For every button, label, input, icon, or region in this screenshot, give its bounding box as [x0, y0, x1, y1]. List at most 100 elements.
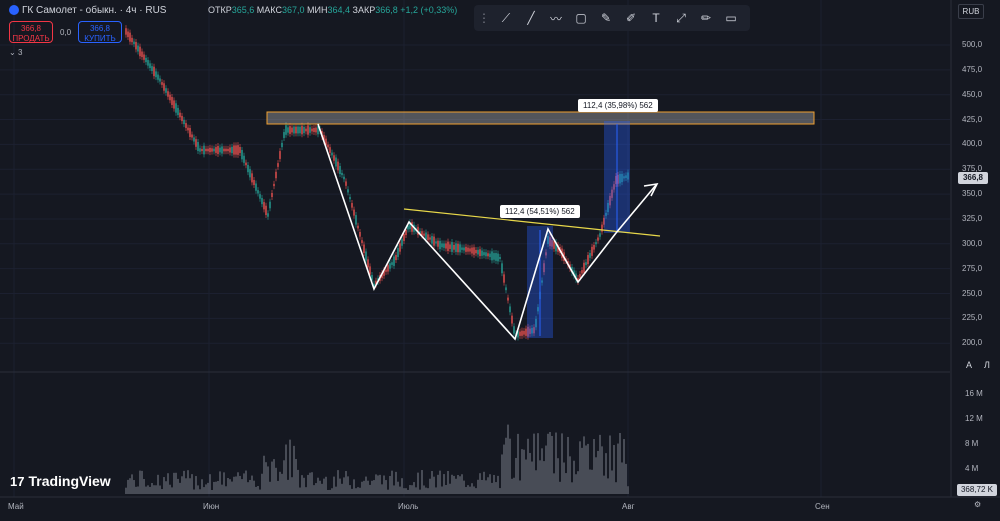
volume-bar [321, 483, 323, 494]
volume-bar [157, 474, 159, 494]
volume-bar [273, 459, 275, 494]
volume-bar [275, 467, 277, 494]
candle-body [479, 249, 481, 257]
volume-bar [177, 478, 179, 494]
text-icon[interactable]: T [648, 10, 664, 26]
candle-body [211, 148, 213, 152]
candle-body [227, 148, 229, 152]
volume-bar [477, 479, 479, 494]
rectangle-icon[interactable]: ▢ [573, 10, 589, 26]
volume-bar [283, 460, 285, 494]
volume-bar [501, 454, 503, 494]
candle-body [507, 297, 509, 301]
sell-button[interactable]: 366,8 ПРОДАТЬ [9, 21, 53, 43]
candle-body [497, 253, 499, 262]
ohlc-legend: ОТКР365,6 МАКС367,0 МИН364,4 ЗАКР366,8 +… [208, 5, 457, 15]
volume-bar [421, 470, 423, 494]
buy-button[interactable]: 366,8 КУПИТЬ [78, 21, 122, 43]
volume-bar [229, 479, 231, 494]
tradingview-logo[interactable]: 17 TradingView [10, 473, 111, 489]
volume-bar [431, 471, 433, 494]
candle-body [169, 94, 171, 101]
path-icon[interactable]: 〰 [548, 10, 564, 26]
volume-bar [519, 480, 521, 494]
currency-selector[interactable]: RUB [958, 4, 984, 19]
volume-bar [449, 483, 451, 494]
volume-bar [353, 479, 355, 494]
volume-label: 16 M [965, 389, 983, 398]
volume-bar [225, 486, 227, 494]
volume-bar [405, 488, 407, 494]
volume-bar [373, 480, 375, 494]
price-label: 225,0 [962, 313, 983, 323]
volume-bar [365, 476, 367, 494]
candle-body [521, 330, 523, 336]
candle-body [129, 32, 131, 42]
volume-bar [513, 477, 515, 494]
volume-bar [277, 480, 279, 494]
volume-bar [541, 448, 543, 494]
volume-bar [425, 487, 427, 494]
candle-body [447, 241, 449, 252]
volume-bar [573, 460, 575, 494]
candle-body [459, 244, 461, 253]
drag-handle-icon[interactable]: ⋮ [476, 10, 492, 26]
last-volume-tag: 368,72 K [957, 484, 997, 496]
volume-bar [433, 476, 435, 494]
time-label-jul: Июль [398, 502, 419, 511]
volume-bar [539, 460, 541, 494]
trend-line-icon[interactable]: ⟋ [498, 10, 514, 26]
volume-bar [505, 437, 507, 494]
resistance-zone[interactable] [266, 111, 815, 125]
candle-body [331, 152, 333, 156]
highlighter-icon[interactable]: ✐ [623, 10, 639, 26]
volume-bar [583, 436, 585, 494]
volume-bar [335, 486, 337, 494]
volume-bar [563, 462, 565, 494]
volume-bar [599, 434, 601, 494]
volume-bar [605, 453, 607, 494]
candle-body [439, 240, 441, 250]
volume-bar [259, 489, 261, 494]
time-label-jun: Июн [203, 502, 220, 511]
open-label: ОТКР [208, 5, 232, 15]
volume-bar [173, 472, 175, 494]
log-scale-button[interactable]: Л [984, 360, 990, 370]
volume-bar [385, 480, 387, 494]
candle-body [193, 137, 195, 142]
volume-bar [393, 485, 395, 494]
volume-bar [471, 483, 473, 494]
volume-bar [281, 473, 283, 494]
auto-scale-button[interactable]: A [966, 360, 972, 370]
ray-icon[interactable]: ╱ [523, 10, 539, 26]
candle-body [201, 148, 203, 152]
volume-bar [487, 477, 489, 494]
volume-bar [271, 461, 273, 494]
chart-area[interactable] [0, 0, 1000, 521]
volume-bar [323, 478, 325, 494]
candle-body [367, 259, 369, 268]
candle-body [477, 249, 479, 255]
volume-bar [607, 478, 609, 494]
volume-bar [429, 478, 431, 494]
symbol-title[interactable]: ГК Самолет - обыкн. · 4ч · RUS [22, 5, 166, 16]
settings-gear-icon[interactable]: ⚙ [974, 500, 981, 509]
volume-bar [193, 489, 195, 494]
volume-bar [593, 439, 595, 494]
candle-body [493, 253, 495, 260]
pencil-icon[interactable]: ✏ [698, 10, 714, 26]
volume-bar [175, 472, 177, 494]
volume-bar [437, 474, 439, 494]
candle-body [173, 100, 175, 109]
brush-icon[interactable]: ✎ [598, 10, 614, 26]
candle-body [197, 142, 199, 151]
candle-body [473, 247, 475, 255]
candle-body [159, 78, 161, 82]
volume-bar [395, 471, 397, 494]
indicators-toggle[interactable]: ⌄ 3 [9, 48, 22, 57]
volume-bar [523, 449, 525, 494]
volume-bar [495, 482, 497, 494]
measure-icon[interactable]: ⤢ [673, 10, 689, 26]
comment-icon[interactable]: ▭ [723, 10, 739, 26]
candle-body [593, 244, 595, 250]
